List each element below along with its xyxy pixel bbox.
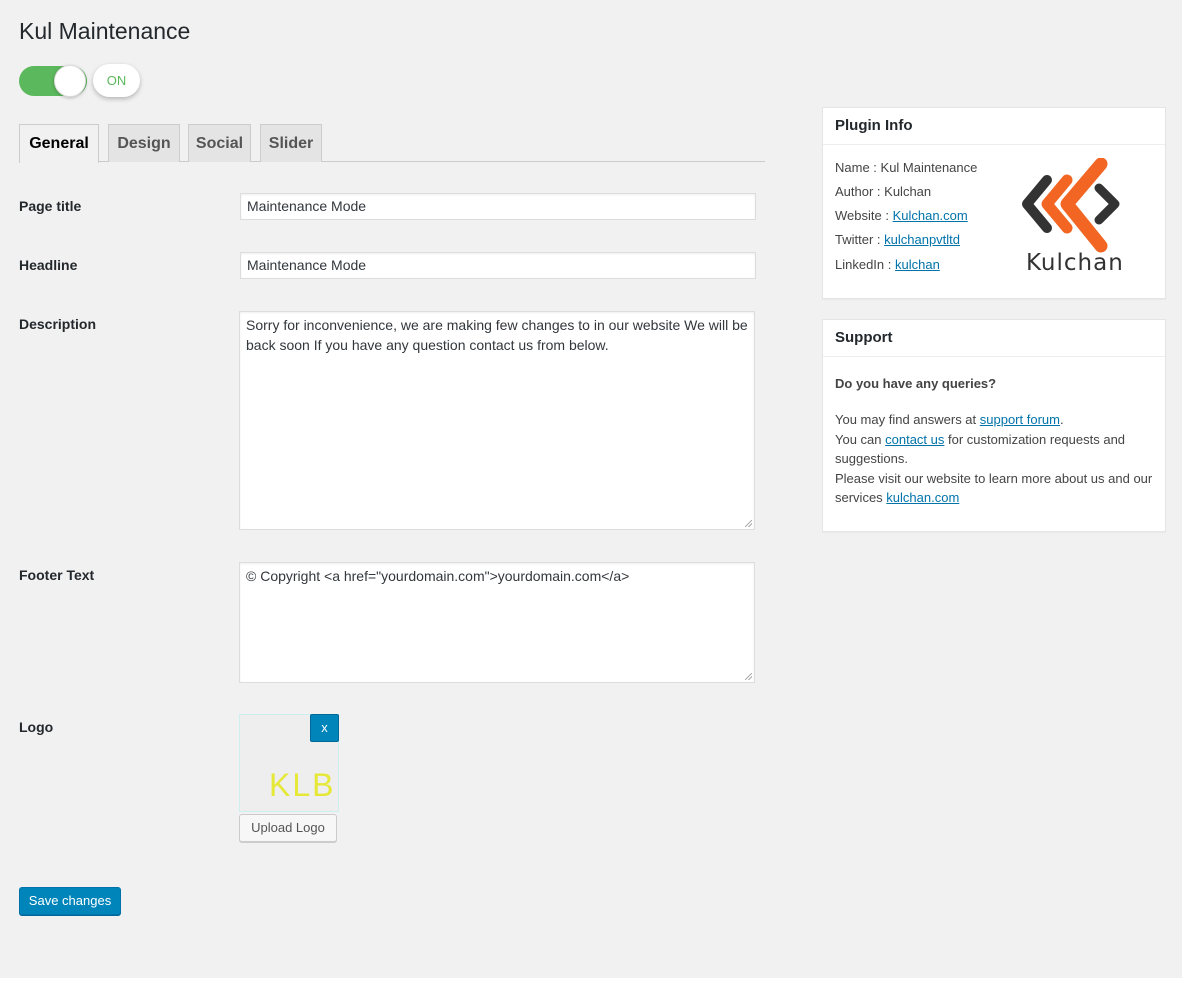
info-name: Name : Kul Maintenance bbox=[835, 160, 977, 175]
page-title-input[interactable]: Maintenance Mode bbox=[240, 193, 756, 220]
maintenance-toggle[interactable]: ON bbox=[19, 64, 141, 98]
info-author-label: Author : bbox=[835, 184, 881, 199]
info-linkedin-label: LinkedIn : bbox=[835, 257, 892, 272]
tab-general[interactable]: General bbox=[19, 124, 99, 163]
info-website-label: Website : bbox=[835, 208, 889, 223]
headline-input[interactable]: Maintenance Mode bbox=[240, 252, 756, 279]
info-linkedin: LinkedIn : kulchan bbox=[835, 257, 940, 272]
support-line-1-suffix: . bbox=[1059, 412, 1064, 427]
support-title: Support bbox=[823, 320, 1165, 357]
headline-label: Headline bbox=[19, 257, 78, 273]
footer-text-label: Footer Text bbox=[19, 567, 95, 583]
footer-text-textarea[interactable]: © Copyright <a href="yourdomain.com">you… bbox=[239, 562, 755, 683]
info-twitter: Twitter : kulchanpvtltd bbox=[835, 232, 960, 247]
info-website: Website : Kulchan.com bbox=[835, 208, 968, 223]
contact-us-link[interactable]: contact us bbox=[885, 432, 944, 447]
resize-handle[interactable] bbox=[745, 673, 752, 680]
twitter-link[interactable]: kulchanpvtltd bbox=[884, 232, 960, 247]
description-text: Sorry for inconvenience, we are making f… bbox=[246, 317, 748, 353]
support-line-1-text: You may find answers at bbox=[835, 412, 980, 427]
tab-social[interactable]: Social bbox=[188, 124, 251, 162]
support-text: You may find answers at support forum. Y… bbox=[835, 410, 1155, 508]
description-label: Description bbox=[19, 316, 97, 332]
logo-preview-text: KLB bbox=[269, 767, 336, 803]
toggle-state-label: ON bbox=[93, 64, 140, 97]
linkedin-link[interactable]: kulchan bbox=[895, 257, 940, 272]
plugin-info-title: Plugin Info bbox=[823, 108, 1165, 145]
support-line-3: Please visit our website to learn more a… bbox=[835, 469, 1155, 508]
settings-tabs: General Design Social Slider bbox=[19, 124, 765, 163]
kulchan-website-link[interactable]: kulchan.com bbox=[886, 490, 959, 505]
footer-text-value: © Copyright <a href="yourdomain.com">you… bbox=[246, 568, 630, 584]
tab-slider[interactable]: Slider bbox=[260, 124, 322, 162]
website-link[interactable]: Kulchan.com bbox=[893, 208, 968, 223]
description-textarea[interactable]: Sorry for inconvenience, we are making f… bbox=[239, 311, 755, 530]
support-line-1: You may find answers at support forum. bbox=[835, 410, 1155, 430]
support-question: Do you have any queries? bbox=[835, 376, 997, 391]
info-name-label: Name : bbox=[835, 160, 877, 175]
logo-label: Logo bbox=[19, 719, 54, 735]
save-changes-button[interactable]: Save changes bbox=[19, 887, 121, 915]
support-forum-link[interactable]: support forum bbox=[980, 412, 1060, 427]
upload-logo-button[interactable]: Upload Logo bbox=[239, 814, 337, 842]
info-author-value: Kulchan bbox=[884, 184, 932, 199]
resize-handle[interactable] bbox=[745, 520, 752, 527]
support-line-2-text: You can bbox=[835, 431, 886, 447]
info-author: Author : Kulchan bbox=[835, 184, 931, 199]
info-name-value: Kul Maintenance bbox=[880, 160, 978, 175]
info-twitter-label: Twitter : bbox=[835, 232, 881, 247]
support-line-2: You can contact us for customization req… bbox=[835, 430, 1155, 469]
support-box: Support Do you have any queries? You may… bbox=[822, 319, 1166, 532]
remove-logo-button[interactable]: x bbox=[310, 714, 339, 742]
tab-design[interactable]: Design bbox=[108, 124, 180, 162]
support-line-3-text: Please visit our website to learn more a… bbox=[835, 470, 1153, 506]
plugin-info-box: Plugin Info Name : Kul Maintenance Autho… bbox=[822, 107, 1166, 299]
page-title: Kul Maintenance bbox=[19, 18, 191, 44]
page-title-label: Page title bbox=[19, 198, 82, 214]
toggle-knob[interactable] bbox=[54, 65, 86, 97]
kulchan-logo-text: Kulchan bbox=[1026, 250, 1124, 276]
